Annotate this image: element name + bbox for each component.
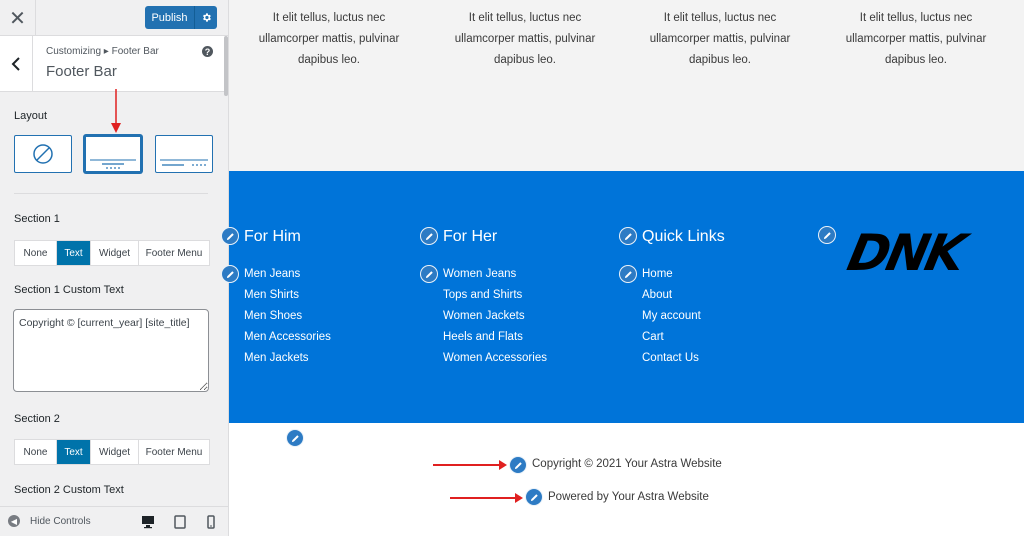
close-icon: ✕	[9, 7, 26, 30]
layout-2-icon	[160, 159, 208, 166]
edit-shortcut-icon[interactable]	[420, 265, 438, 283]
section-2-button-group: None Text Widget Footer Menu	[14, 439, 210, 465]
edit-shortcut-icon[interactable]	[286, 429, 304, 447]
dnk-logo: DNK	[843, 224, 975, 280]
help-icon[interactable]: ?	[202, 46, 213, 57]
footer-link[interactable]: Men Accessories	[244, 327, 331, 348]
footer-link[interactable]: Contact Us	[642, 348, 701, 369]
annotation-arrow-down	[111, 89, 121, 133]
footer-column-title: For Him	[244, 228, 301, 245]
footer-link[interactable]: Men Shoes	[244, 306, 331, 327]
edit-shortcut-icon[interactable]	[818, 226, 836, 244]
section-1-label: Section 1	[14, 213, 60, 225]
widget-text: It elit tellus, luctus nec ullamcorper m…	[649, 12, 791, 66]
tablet-preview-icon[interactable]	[173, 515, 187, 529]
footer-link[interactable]: My account	[642, 306, 701, 327]
footer-menu: Women Jeans Tops and Shirts Women Jacket…	[443, 264, 547, 369]
publish-label: Publish	[151, 11, 188, 24]
publish-button[interactable]: Publish	[145, 6, 217, 29]
edit-shortcut-icon[interactable]	[509, 456, 527, 474]
annotation-arrow-right	[433, 460, 507, 470]
edit-shortcut-icon[interactable]	[619, 227, 637, 245]
footer-link[interactable]: Women Jeans	[443, 264, 547, 285]
customizer-topbar: ✕ Publish	[0, 0, 228, 36]
close-customizer-button[interactable]: ✕	[0, 0, 36, 36]
customizer-sidebar: ✕ Publish Customizing ▸ Footer Bar Foote…	[0, 0, 229, 536]
section-2-none-button[interactable]: None	[15, 440, 57, 464]
footer-link[interactable]: Women Jackets	[443, 306, 547, 327]
section-1-widget-button[interactable]: Widget	[91, 241, 139, 265]
hide-controls-button[interactable]: ◀ Hide Controls	[8, 515, 91, 527]
breadcrumb: Customizing ▸ Footer Bar	[46, 46, 159, 57]
powered-by-text: Powered by Your Astra Website	[548, 491, 709, 503]
section-2-label: Section 2	[14, 413, 60, 425]
above-footer-widgets: It elit tellus, luctus nec ullamcorper m…	[229, 0, 1024, 171]
section-1-custom-text-label: Section 1 Custom Text	[14, 284, 124, 296]
footer-link[interactable]: Women Accessories	[443, 348, 547, 369]
hide-controls-label: Hide Controls	[30, 515, 91, 527]
collapse-icon: ◀	[8, 515, 20, 527]
footer-column-title: Quick Links	[642, 228, 725, 245]
layout-option-2[interactable]	[155, 135, 213, 173]
footer-link[interactable]: Tops and Shirts	[443, 285, 547, 306]
site-preview: It elit tellus, luctus nec ullamcorper m…	[221, 0, 1024, 536]
disabled-icon	[33, 144, 53, 164]
mobile-preview-icon[interactable]	[204, 515, 218, 529]
section-2-text-button[interactable]: Text	[57, 440, 91, 464]
section-1-custom-text-input[interactable]: Copyright © [current_year] [site_title]	[13, 309, 209, 392]
footer-menu: Home About My account Cart Contact Us	[642, 264, 701, 369]
divider	[14, 193, 208, 194]
section-1-footer-menu-button[interactable]: Footer Menu	[139, 241, 209, 265]
section-2-footer-menu-button[interactable]: Footer Menu	[139, 440, 209, 464]
footer-link[interactable]: Heels and Flats	[443, 327, 547, 348]
section-1-text-button[interactable]: Text	[57, 241, 91, 265]
annotation-arrow-right	[450, 493, 523, 503]
panel-title: Footer Bar	[46, 63, 117, 80]
footer-link[interactable]: About	[642, 285, 701, 306]
layout-option-disabled[interactable]	[14, 135, 72, 173]
section-1-none-button[interactable]: None	[15, 241, 57, 265]
layout-option-1[interactable]	[84, 135, 142, 173]
footer-link[interactable]: Men Jackets	[244, 348, 331, 369]
desktop-preview-icon[interactable]	[141, 515, 155, 529]
footer-bar: Copyright © 2021 Your Astra Website Powe…	[229, 423, 1024, 536]
section-2-widget-button[interactable]: Widget	[91, 440, 139, 464]
footer-link[interactable]: Cart	[642, 327, 701, 348]
widget-text: It elit tellus, luctus nec ullamcorper m…	[454, 12, 596, 66]
widget-text: It elit tellus, luctus nec ullamcorper m…	[258, 12, 400, 66]
copyright-text: Copyright © 2021 Your Astra Website	[532, 458, 722, 470]
edit-shortcut-icon[interactable]	[619, 265, 637, 283]
back-button[interactable]	[0, 36, 33, 92]
edit-shortcut-icon[interactable]	[420, 227, 438, 245]
panel-header: Customizing ▸ Footer Bar Footer Bar ?	[0, 36, 228, 92]
layout-label: Layout	[14, 110, 48, 122]
footer-column-title: For Her	[443, 228, 498, 245]
footer-menu: Men Jeans Men Shirts Men Shoes Men Acces…	[244, 264, 331, 369]
scrollbar[interactable]	[224, 36, 228, 96]
edit-shortcut-icon[interactable]	[221, 227, 239, 245]
footer-widgets: For Him Men Jeans Men Shirts Men Shoes M…	[221, 171, 1024, 423]
footer-link[interactable]: Men Jeans	[244, 264, 331, 285]
widget-text: It elit tellus, luctus nec ullamcorper m…	[845, 12, 987, 66]
edit-shortcut-icon[interactable]	[221, 265, 239, 283]
edit-shortcut-icon[interactable]	[525, 488, 543, 506]
gear-icon[interactable]	[194, 6, 217, 29]
logo-text: DNK	[843, 224, 975, 280]
chevron-left-icon	[11, 57, 20, 71]
section-2-custom-text-label: Section 2 Custom Text	[14, 484, 124, 496]
customizer-footer: ◀ Hide Controls	[0, 506, 228, 536]
footer-link[interactable]: Men Shirts	[244, 285, 331, 306]
section-1-button-group: None Text Widget Footer Menu	[14, 240, 210, 266]
footer-link[interactable]: Home	[642, 264, 701, 285]
layout-1-icon	[90, 159, 136, 169]
